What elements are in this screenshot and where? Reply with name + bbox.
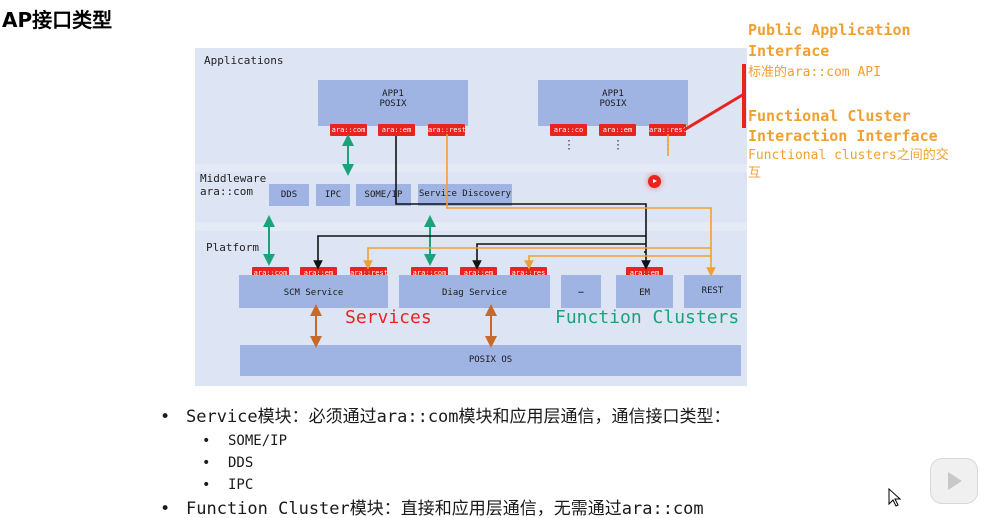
sub-bullet: IPC [160,474,731,496]
applications-layer: Applications APP1 POSIX ara::com ara::em… [195,48,747,164]
fc-interface-heading-2: Interaction Interface [748,127,938,145]
function-clusters-label: Function Clusters [555,307,740,328]
bullet-function-cluster: Function Cluster模块：直接和应用层通信，无需通过ara::com [160,496,731,518]
app1-right-tag-em: ara::em [599,124,636,136]
bullet-list: Service模块：必须通过ara::com模块和应用层通信，通信接口类型： S… [160,404,731,518]
scm-service-box: SCM Service [239,275,388,308]
page-title: AP接口类型 [2,8,113,32]
vertical-ellipsis: · · · [665,136,672,155]
rest-box: REST [684,275,741,308]
platform-label: Platform [206,241,259,254]
public-interface-heading-2: Interface [748,42,830,60]
app1-left-tag-com: ara::com [330,124,367,136]
fc-interface-desc-1: Functional clusters之间的交 [748,148,949,163]
app1-left-line1: APP1 [382,89,404,99]
red-pointer-line [683,92,745,132]
app1-right-tag-rest: ara::rest [649,124,686,136]
sub-bullet: DDS [160,452,731,474]
dds-box: DDS [269,184,309,206]
ipc-box: IPC [316,184,350,206]
service-discovery-box: Service Discovery [418,184,512,206]
middleware-label: Middleware [200,172,267,185]
app1-right-tag-com: ara::co [550,124,587,136]
ellipsis-box: … [561,275,601,308]
play-button[interactable] [930,458,978,504]
sub-bullet: SOME/IP [160,430,731,452]
vertical-ellipsis: · · · [566,136,573,155]
vertical-ellipsis: · · · [615,136,622,155]
app1-right-line2: POSIX [599,99,627,109]
app1-left-tag-em: ara::em [378,124,415,136]
bullet-service: Service模块：必须通过ara::com模块和应用层通信，通信接口类型： [160,404,731,430]
architecture-diagram: Applications APP1 POSIX ara::com ara::em… [195,48,747,386]
services-label: Services [345,307,432,328]
middleware-layer: Middleware ara::com DDS IPC SOME/IP Serv… [195,172,747,222]
applications-label: Applications [204,54,284,67]
app1-left-box: APP1 POSIX [318,80,468,126]
diag-service-box: Diag Service [399,275,550,308]
public-interface-heading-1: Public Application [748,21,911,39]
mouse-cursor-icon [888,488,902,507]
fc-interface-desc-2: 互 [748,166,762,181]
record-indicator-icon [648,175,661,188]
public-interface-desc: 标准的ara::com API [748,65,881,80]
someip-box: SOME/IP [356,184,411,206]
em-box: EM [616,275,673,308]
middleware-sublabel: ara::com [200,185,253,198]
posix-os-box: POSIX OS [240,345,741,376]
app1-left-line2: POSIX [379,99,407,109]
app1-right-line1: APP1 [602,89,624,99]
app1-right-box: APP1 POSIX [538,80,688,126]
fc-interface-heading-1: Functional Cluster [748,107,911,125]
app1-left-tag-rest: ara::rest [428,124,465,136]
